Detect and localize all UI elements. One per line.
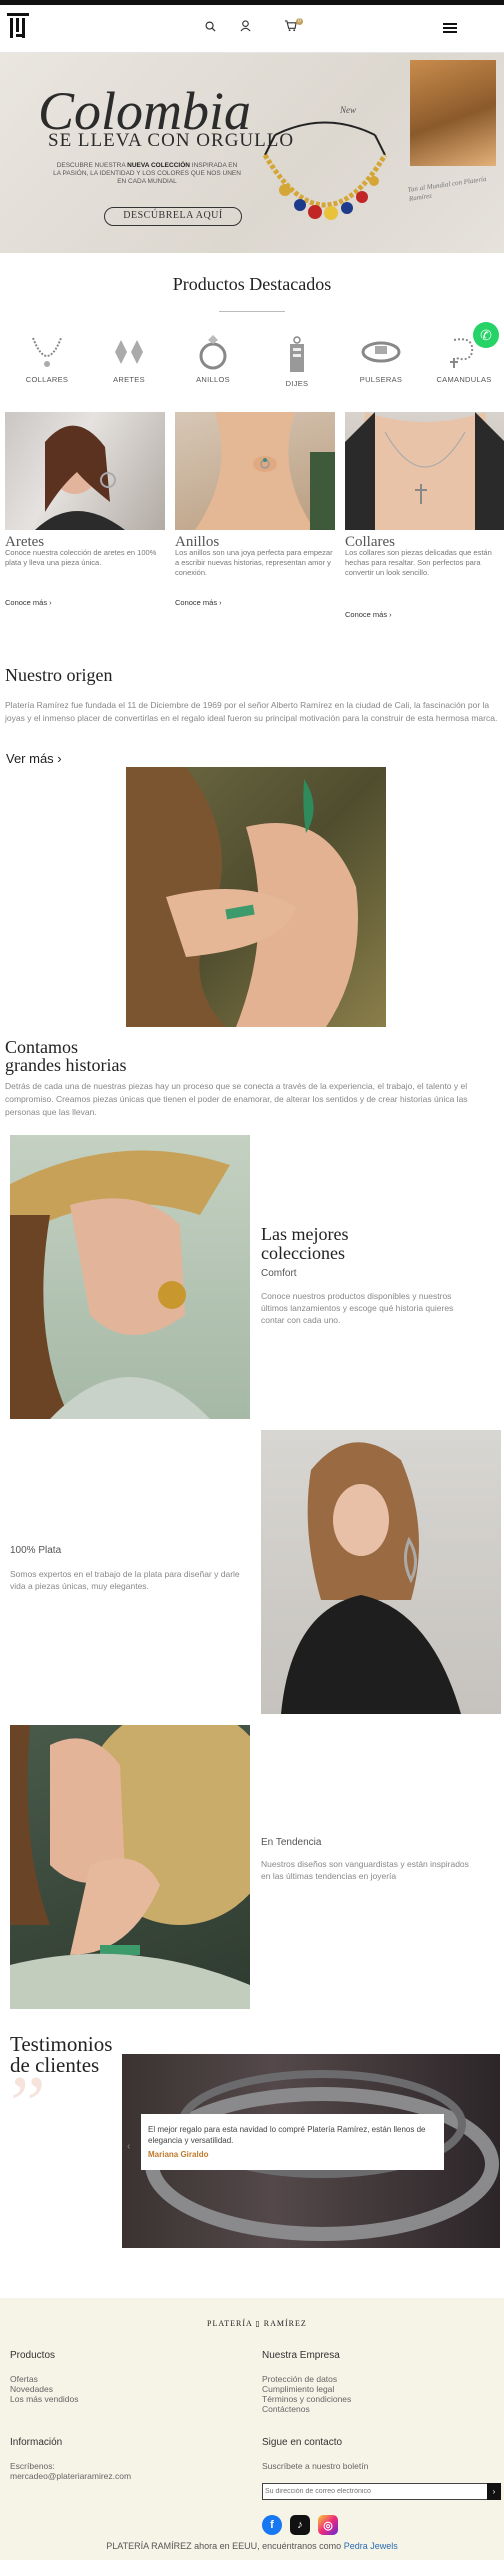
stories-title: Contamos grandes historias xyxy=(5,1037,127,1075)
bracelet-image xyxy=(262,121,388,220)
prev-arrow-icon[interactable]: ‹ xyxy=(127,2141,130,2152)
feature-1-desc: Conoce nuestros productos disponibles y … xyxy=(261,1291,454,1325)
newsletter-label: Suscríbete a nuestro boletín xyxy=(262,2461,369,2471)
newsletter-email-input[interactable] xyxy=(265,2486,465,2497)
feature-3-subtitle: En Tendencia xyxy=(261,1837,322,1848)
stories-text: Detrás de cada una de nuestras piezas ha… xyxy=(5,1081,468,1117)
category-dijes[interactable]: DIJES xyxy=(267,336,327,388)
newsletter-submit-button[interactable]: › xyxy=(487,2483,501,2500)
section-divider xyxy=(219,311,285,312)
pendant-icon xyxy=(290,336,304,372)
footer-write-label: Escríbenos: xyxy=(10,2461,55,2471)
footer-link-terminos[interactable]: Términos y condiciones xyxy=(262,2394,351,2404)
hero-description: DESCUBRE NUESTRA NUEVA COLECCIÓN INSPIRA… xyxy=(53,162,241,185)
quote-icon: ” xyxy=(10,2061,46,2149)
category-collares[interactable]: COLLARES xyxy=(17,332,77,384)
product-link-anillos[interactable]: Conoce más › xyxy=(175,598,222,607)
cart-count-badge: 0 xyxy=(296,18,303,25)
product-image-anillos[interactable] xyxy=(175,412,335,530)
search-icon[interactable] xyxy=(202,18,218,34)
testimonial-quote: El mejor regalo para esta navidad lo com… xyxy=(148,2125,426,2145)
feature-3-desc: Nuestros diseños son vanguardistas y est… xyxy=(261,1859,469,1881)
category-pulseras[interactable]: PULSERAS xyxy=(351,332,411,384)
whatsapp-icon[interactable]: ✆ xyxy=(473,322,499,348)
facebook-icon[interactable]: f xyxy=(262,2515,282,2535)
product-desc-aretes: Conoce nuestra colección de aretes en 10… xyxy=(5,548,157,567)
ring-icon xyxy=(199,335,227,370)
category-aretes[interactable]: ARETES xyxy=(99,332,159,384)
footer-link-cumplimiento[interactable]: Cumplimiento legal xyxy=(262,2384,334,2394)
category-anillos[interactable]: ANILLOS xyxy=(183,332,243,384)
tiktok-icon[interactable]: ♪ xyxy=(290,2515,310,2535)
featured-title: Productos Destacados xyxy=(172,274,332,294)
origin-photo xyxy=(126,767,386,1027)
origin-text: Platería Ramírez fue fundada el 11 de Di… xyxy=(5,700,498,723)
feature-2-desc: Somos expertos en el trabajo de la plata… xyxy=(10,1569,240,1591)
user-icon[interactable] xyxy=(237,18,253,34)
hero-script-label: New xyxy=(340,105,357,115)
menu-icon[interactable] xyxy=(443,23,457,33)
hero-wrist-photo xyxy=(410,60,496,166)
footer-logo[interactable]: PLATERÍA ▯ RAMÍREZ xyxy=(207,2319,307,2328)
feature-1-title: Las mejores colecciones xyxy=(261,1224,349,1263)
footer-link-proteccion[interactable]: Protección de datos xyxy=(262,2374,337,2384)
product-desc-anillos: Los anillos son una joya perfecta para e… xyxy=(175,548,333,577)
feature-2-subtitle: 100% Plata xyxy=(10,1545,62,1556)
footer-link-ofertas[interactable]: Ofertas xyxy=(10,2374,38,2384)
logo-icon[interactable] xyxy=(6,12,30,40)
feature-1-subtitle: Comfort xyxy=(261,1268,297,1279)
origin-more-link[interactable]: Ver más › xyxy=(6,751,62,766)
footer-products-title: Productos xyxy=(10,2350,56,2361)
feature-photo-black-dress xyxy=(261,1430,501,1714)
origin-title: Nuestro origen xyxy=(5,665,113,685)
footer-info-title: Información xyxy=(10,2437,63,2448)
product-link-aretes[interactable]: Conoce más › xyxy=(5,598,52,607)
footer-link-contactenos[interactable]: Contáctenos xyxy=(262,2404,310,2414)
next-arrow-icon[interactable]: › xyxy=(490,2141,493,2152)
product-image-collares[interactable] xyxy=(345,412,504,530)
instagram-icon[interactable]: ◎ xyxy=(318,2515,338,2535)
product-image-aretes[interactable] xyxy=(5,412,165,530)
necklace-icon xyxy=(32,337,62,367)
footer-contact-title: Sigue en contacto xyxy=(262,2437,343,2448)
footer-bottom-note: PLATERÍA RAMÍREZ ahora en EEUU, encuéntr… xyxy=(106,2541,398,2551)
footer-link-mas-vendidos[interactable]: Los más vendidos xyxy=(10,2394,79,2404)
testimonial-author: Mariana Giraldo xyxy=(148,2150,209,2159)
discover-button[interactable]: DESCÚBRELA AQUÍ xyxy=(104,207,242,226)
bracelet-icon xyxy=(361,341,401,363)
product-desc-collares: Los collares son piezas delicadas que es… xyxy=(345,548,492,577)
feature-photo-straw-hat xyxy=(10,1725,250,2009)
footer-link-novedades[interactable]: Novedades xyxy=(10,2384,53,2394)
pedra-jewels-link[interactable]: Pedra Jewels xyxy=(344,2541,398,2551)
footer-email-link[interactable]: mercadeo@plateriaramirez.com xyxy=(10,2471,131,2481)
feature-photo-hat xyxy=(10,1135,250,1419)
earrings-icon xyxy=(115,340,143,364)
footer xyxy=(0,2298,504,2560)
product-link-collares[interactable]: Conoce más › xyxy=(345,610,392,619)
footer-company-title: Nuestra Empresa xyxy=(262,2350,340,2361)
